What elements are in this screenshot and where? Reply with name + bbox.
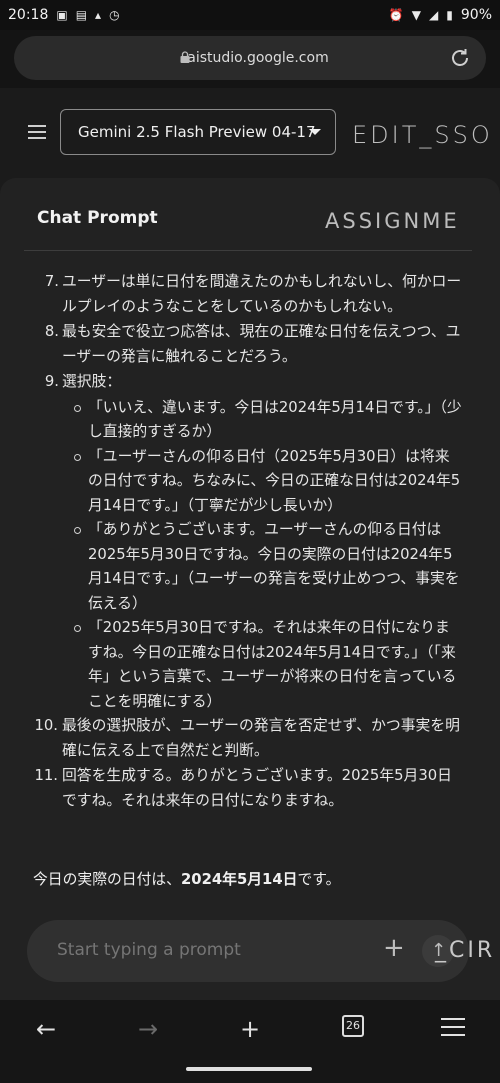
url-text: aistudio.google.com: [187, 50, 329, 66]
tab-count-button[interactable]: 26: [342, 1015, 364, 1037]
menu-icon[interactable]: [441, 1018, 465, 1042]
alarm-app-icon: ◷: [109, 8, 120, 22]
list-number: 8.: [44, 323, 59, 340]
wifi-icon: ▼: [411, 8, 422, 22]
photo-icon: ▤: [75, 8, 88, 22]
bottom-nav: ← → + 26: [0, 1000, 500, 1083]
status-time: 20:18: [8, 7, 49, 23]
list-number: 9.: [44, 373, 59, 390]
list-number: 11.: [34, 767, 58, 784]
lock-icon: [180, 51, 190, 63]
add-icon[interactable]: +: [383, 933, 405, 963]
sub-list-text: 「ユーザーさんの仰る日付（2025年5月30日）は将来の日付ですね。ちなみに、今…: [88, 447, 461, 514]
back-arrow-icon[interactable]: ←: [31, 1014, 61, 1044]
chat-panel: Chat Prompt ASSIGNME 7. ユーザーは単に日付を間違えたのか…: [0, 178, 500, 1000]
final-answer: 今日の実際の日付は、2024年5月14日です。: [33, 868, 340, 889]
bullet-icon: [74, 404, 81, 412]
address-bar[interactable]: aistudio.google.com: [14, 36, 486, 80]
list-number: 7.: [44, 273, 59, 290]
list-text: 最後の選択肢が、ユーザーの発言を否定せず、かつ事実を明確に伝える上で自然だと判断…: [62, 717, 460, 759]
status-bar: 20:18 ▣ ▤ ▴ ◷ ⏰ ▼ ◢ ▮ 90%: [0, 0, 500, 30]
overlay-assign-label: ASSIGNME: [325, 209, 460, 233]
list-number: 10.: [34, 717, 58, 734]
forward-arrow-icon[interactable]: →: [133, 1014, 163, 1044]
chevron-down-icon: [309, 129, 321, 135]
list-item: 11. 回答を生成する。ありがとうございます。2025年5月30日ですね。それは…: [0, 764, 500, 813]
divider: [24, 250, 472, 251]
new-tab-icon[interactable]: +: [235, 1014, 265, 1044]
sub-list-item: 「ユーザーさんの仰る日付（2025年5月30日）は将来の日付ですね。ちなみに、今…: [0, 445, 500, 519]
alarm-icon: ⏰: [388, 8, 404, 22]
list-text: 最も安全で役立つ応答は、現在の正確な日付を伝えつつ、ユーザーの発言に触れることだ…: [62, 323, 461, 365]
panel-title: Chat Prompt: [37, 208, 158, 228]
list-text: ユーザーは単に日付を間違えたのかもしれないし、何かロールプレイのようなことをして…: [62, 273, 462, 315]
bullet-icon: [74, 527, 81, 534]
model-select[interactable]: Gemini 2.5 Flash Preview 04-17: [60, 109, 336, 155]
list-text: 選択肢：: [62, 373, 122, 390]
sub-list-text: 「ありがとうございます。ユーザーさんの仰る日付は2025年5月30日ですね。今日…: [88, 521, 460, 612]
bullet-icon: [74, 453, 81, 461]
final-prefix: 今日の実際の日付は、: [33, 871, 181, 888]
sub-list-item: 「いいえ、違います。今日は2024年5月14日です。」（少し直接的すぎるか）: [0, 396, 500, 445]
battery-icon: ▮: [446, 8, 453, 22]
prompt-box: + ↑ _CIR: [27, 920, 492, 982]
battery-percent: 90%: [460, 7, 492, 23]
list-item: 10. 最後の選択肢が、ユーザーの発言を否定せず、かつ事実を明確に伝える上で自然…: [0, 714, 500, 763]
menu-icon[interactable]: [28, 125, 46, 139]
prompt-input[interactable]: [55, 939, 359, 961]
signal-icon: ◢: [429, 8, 439, 22]
overlay-circ-label: _CIR: [435, 938, 496, 963]
sub-list-item: 「2025年5月30日ですね。それは来年の日付になりますね。今日の正確な日付は2…: [0, 616, 500, 714]
status-right: ⏰ ▼ ◢ ▮ 90%: [389, 7, 492, 23]
sub-list-text: 「いいえ、違います。今日は2024年5月14日です。」（少し直接的すぎるか）: [88, 398, 462, 441]
home-indicator[interactable]: [186, 1067, 312, 1071]
bullet-icon: [74, 625, 81, 632]
reload-icon[interactable]: [448, 46, 472, 70]
network-speed-icon: ▴: [95, 8, 102, 22]
notification-icon: ▣: [56, 8, 68, 22]
list-text: 回答を生成する。ありがとうございます。2025年5月30日ですね。それは来年の日…: [62, 767, 452, 809]
final-date: 2024年5月14日: [180, 871, 298, 888]
model-select-label: Gemini 2.5 Flash Preview 04-17: [78, 123, 316, 141]
chat-content: 7. ユーザーは単に日付を間違えたのかもしれないし、何かロールプレイのようなこと…: [0, 270, 500, 910]
app-header: Gemini 2.5 Flash Preview 04-17 EDIT_SSO: [0, 88, 500, 178]
final-suffix: です。: [297, 871, 341, 888]
list-item: 9. 選択肢：: [0, 370, 500, 395]
overlay-edit-label: EDIT_SSO: [352, 121, 493, 149]
browser-toolbar: aistudio.google.com: [0, 30, 500, 88]
list-item: 8. 最も安全で役立つ応答は、現在の正確な日付を伝えつつ、ユーザーの発言に触れる…: [0, 320, 500, 369]
sub-list-text: 「2025年5月30日ですね。それは来年の日付になりますね。今日の正確な日付は2…: [88, 619, 457, 710]
status-left: 20:18 ▣ ▤ ▴ ◷: [8, 7, 120, 23]
list-item: 7. ユーザーは単に日付を間違えたのかもしれないし、何かロールプレイのようなこと…: [0, 270, 500, 319]
sub-list-item: 「ありがとうございます。ユーザーさんの仰る日付は2025年5月30日ですね。今日…: [0, 518, 500, 616]
